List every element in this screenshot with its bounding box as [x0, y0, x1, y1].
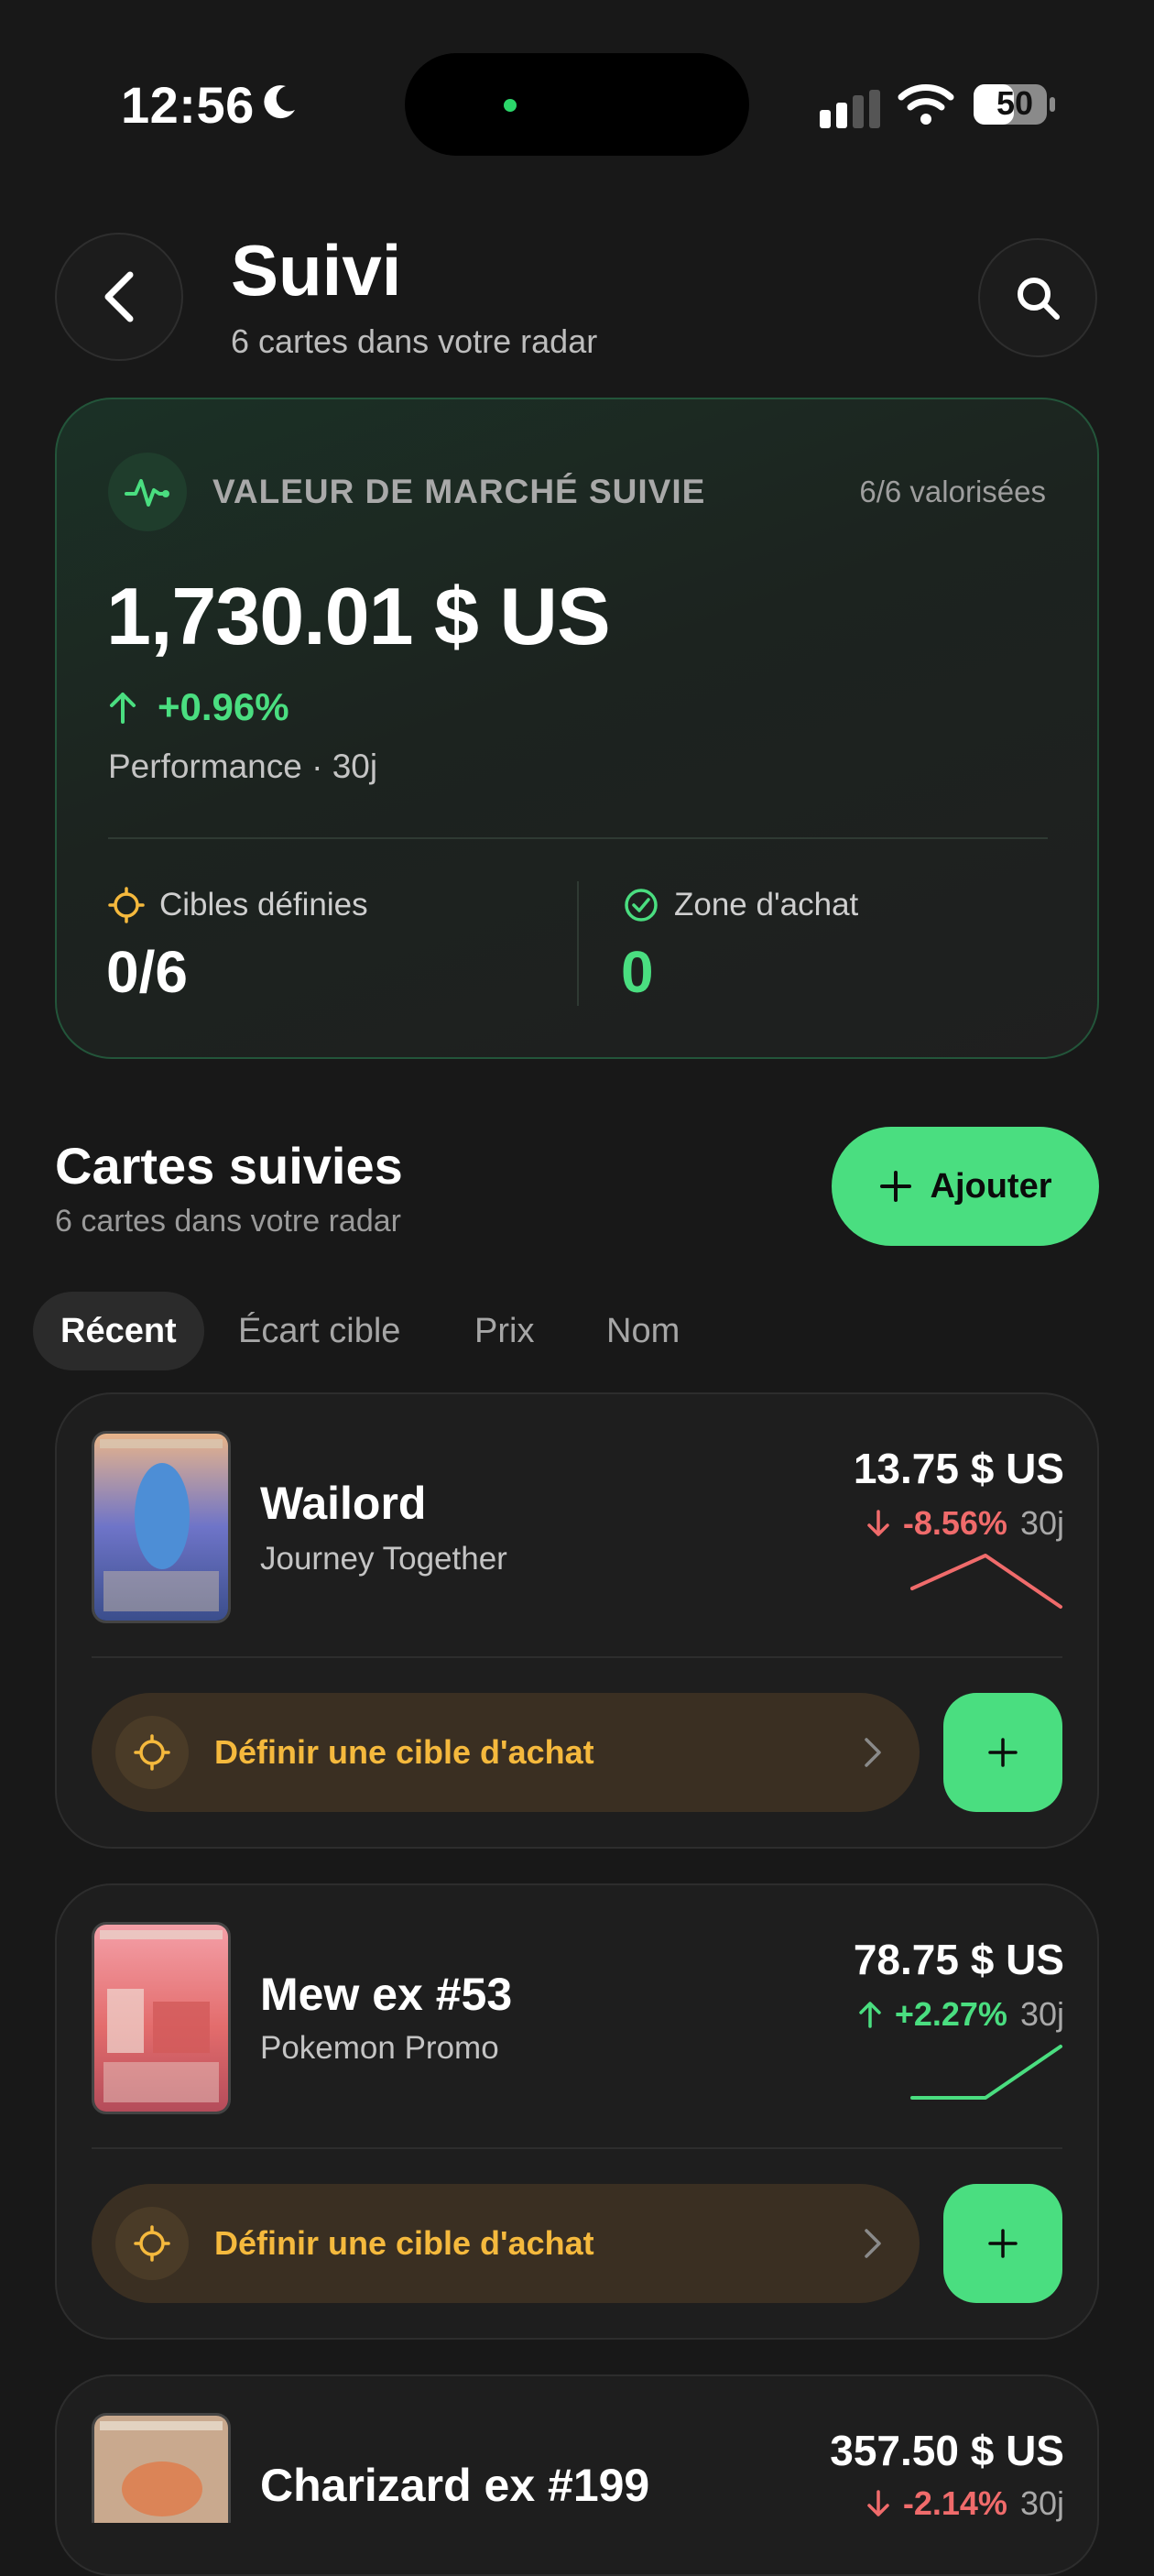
section-title: Cartes suivies	[55, 1137, 403, 1195]
pulse-icon	[108, 453, 187, 531]
targets-value: 0/6	[106, 939, 188, 1005]
back-button[interactable]	[55, 233, 183, 361]
divider	[92, 1656, 1062, 1658]
page-subtitle: 6 cartes dans votre radar	[231, 322, 598, 360]
plus-icon	[879, 1171, 911, 1202]
card-price: 78.75 $ US	[853, 1936, 1064, 1983]
card-thumbnail-image	[92, 1922, 231, 2114]
add-to-collection-button[interactable]	[943, 2184, 1062, 2303]
sparkline-chart	[910, 2045, 1062, 2100]
tab-price[interactable]: Prix	[474, 1292, 534, 1370]
crosshair-icon	[115, 2207, 189, 2280]
card-change-value: +2.27%	[894, 1995, 1007, 2033]
valued-count: 6/6 valorisées	[859, 475, 1046, 508]
camera-indicator-dot	[504, 99, 517, 112]
card-name: Mew ex #53	[260, 1969, 513, 2020]
page-title: Suivi	[231, 230, 402, 311]
divider	[92, 2147, 1062, 2149]
add-to-collection-button[interactable]	[943, 1693, 1062, 1812]
set-target-button[interactable]: Définir une cible d'achat	[92, 1693, 920, 1812]
wifi-icon	[898, 82, 954, 129]
arrow-down-icon	[867, 2490, 889, 2516]
card-set: Pokemon Promo	[260, 2030, 499, 2066]
plus-icon	[988, 1738, 1018, 1767]
chevron-right-icon	[865, 1738, 881, 1767]
check-circle-icon	[625, 889, 658, 922]
add-button[interactable]: Ajouter	[832, 1127, 1099, 1246]
card-name: Wailord	[260, 1478, 427, 1529]
set-target-button[interactable]: Définir une cible d'achat	[92, 2184, 920, 2303]
card-change-period: 30j	[1019, 1995, 1064, 2033]
arrow-down-icon	[867, 1510, 889, 1536]
card-price: 13.75 $ US	[853, 1445, 1064, 1492]
card-change-period: 30j	[1019, 2484, 1064, 2522]
set-target-label: Définir une cible d'achat	[214, 2224, 594, 2262]
card-change: -8.56% 30j	[866, 1504, 1064, 1543]
cellular-signal-icon	[820, 90, 884, 133]
zone-label-row: Zone d'achat	[623, 887, 858, 923]
card-name: Charizard ex #199	[260, 2460, 650, 2511]
tab-name[interactable]: Nom	[606, 1292, 680, 1370]
tab-target-gap[interactable]: Écart cible	[238, 1292, 400, 1370]
card-price: 357.50 $ US	[830, 2427, 1064, 2474]
zone-value: 0	[621, 939, 654, 1005]
targets-label-row: Cibles définies	[108, 887, 368, 923]
card-thumbnail-image	[92, 2413, 231, 2523]
battery-level: 50	[996, 84, 1034, 122]
crosshair-icon	[115, 1716, 189, 1789]
arrow-up-icon	[110, 693, 136, 724]
market-value-label: VALEUR DE MARCHÉ SUIVIE	[212, 473, 706, 510]
status-time: 12:56	[121, 76, 255, 134]
card-change-value: -2.14%	[902, 2484, 1007, 2522]
performance-label: Performance · 30j	[108, 748, 378, 785]
card-change: +2.27% 30j	[858, 1995, 1064, 2034]
performance-value: +0.96%	[158, 685, 289, 728]
arrow-up-icon	[859, 2002, 881, 2028]
tab-recent[interactable]: Récent	[33, 1292, 204, 1370]
card-change-value: -8.56%	[902, 1504, 1007, 1542]
section-subtitle: 6 cartes dans votre radar	[55, 1204, 401, 1239]
card-set: Journey Together	[260, 1541, 507, 1577]
chevron-left-icon	[104, 271, 134, 322]
search-icon	[1018, 278, 1060, 320]
card-change-period: 30j	[1019, 1504, 1064, 1542]
crosshair-icon	[108, 887, 145, 923]
targets-label: Cibles définies	[159, 887, 368, 922]
chevron-right-icon	[865, 2229, 881, 2258]
sparkline-chart	[910, 1554, 1062, 1609]
search-button[interactable]	[978, 238, 1097, 357]
divider	[577, 881, 579, 1006]
set-target-label: Définir une cible d'achat	[214, 1733, 594, 1771]
moon-icon	[258, 82, 299, 127]
market-value: 1,730.01 $ US	[106, 571, 611, 661]
add-button-label: Ajouter	[930, 1166, 1052, 1206]
card-thumbnail-image	[92, 1431, 231, 1623]
zone-label: Zone d'achat	[674, 887, 859, 922]
divider	[108, 837, 1048, 839]
performance-change: +0.96%	[108, 685, 289, 729]
dynamic-island	[405, 53, 749, 156]
plus-icon	[988, 2229, 1018, 2258]
card-change: -2.14% 30j	[866, 2484, 1064, 2523]
